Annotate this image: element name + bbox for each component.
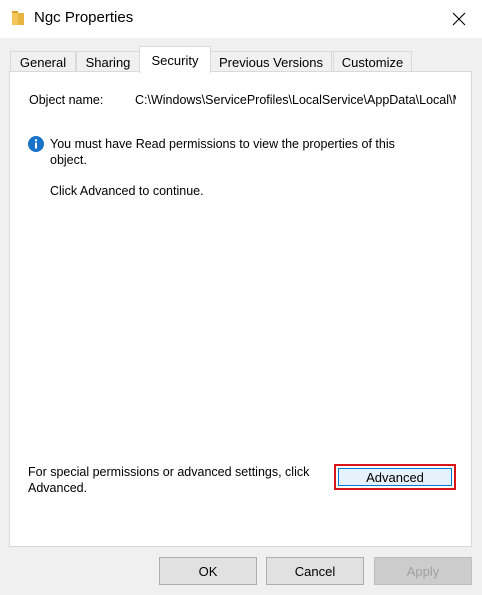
- object-name-value: C:\Windows\ServiceProfiles\LocalService\…: [135, 93, 456, 107]
- info-icon: [28, 136, 44, 152]
- apply-button[interactable]: Apply: [374, 557, 472, 585]
- special-permissions-text: For special permissions or advanced sett…: [28, 465, 310, 495]
- security-panel: Object name: C:\Windows\ServiceProfiles\…: [9, 71, 472, 547]
- tab-sharing[interactable]: Sharing: [76, 51, 140, 72]
- folder-icon: [12, 11, 24, 25]
- tab-customize[interactable]: Customize: [333, 51, 412, 72]
- tab-strip: General Sharing Security Previous Versio…: [10, 46, 470, 73]
- close-button[interactable]: [436, 0, 482, 38]
- title-bar: Ngc Properties: [0, 0, 482, 38]
- cancel-button[interactable]: Cancel: [266, 557, 364, 585]
- tab-previous-versions[interactable]: Previous Versions: [210, 51, 332, 72]
- close-icon: [452, 12, 466, 26]
- ok-button[interactable]: OK: [159, 557, 257, 585]
- advanced-button-label: Advanced: [338, 468, 452, 486]
- permission-message: You must have Read permissions to view t…: [50, 137, 395, 167]
- continue-message: Click Advanced to continue.: [50, 184, 204, 198]
- tab-security[interactable]: Security: [139, 46, 211, 73]
- advanced-button[interactable]: Advanced: [334, 464, 456, 490]
- window-title: Ngc Properties: [34, 9, 134, 26]
- tab-general[interactable]: General: [10, 51, 76, 72]
- object-name-label: Object name:: [29, 93, 104, 107]
